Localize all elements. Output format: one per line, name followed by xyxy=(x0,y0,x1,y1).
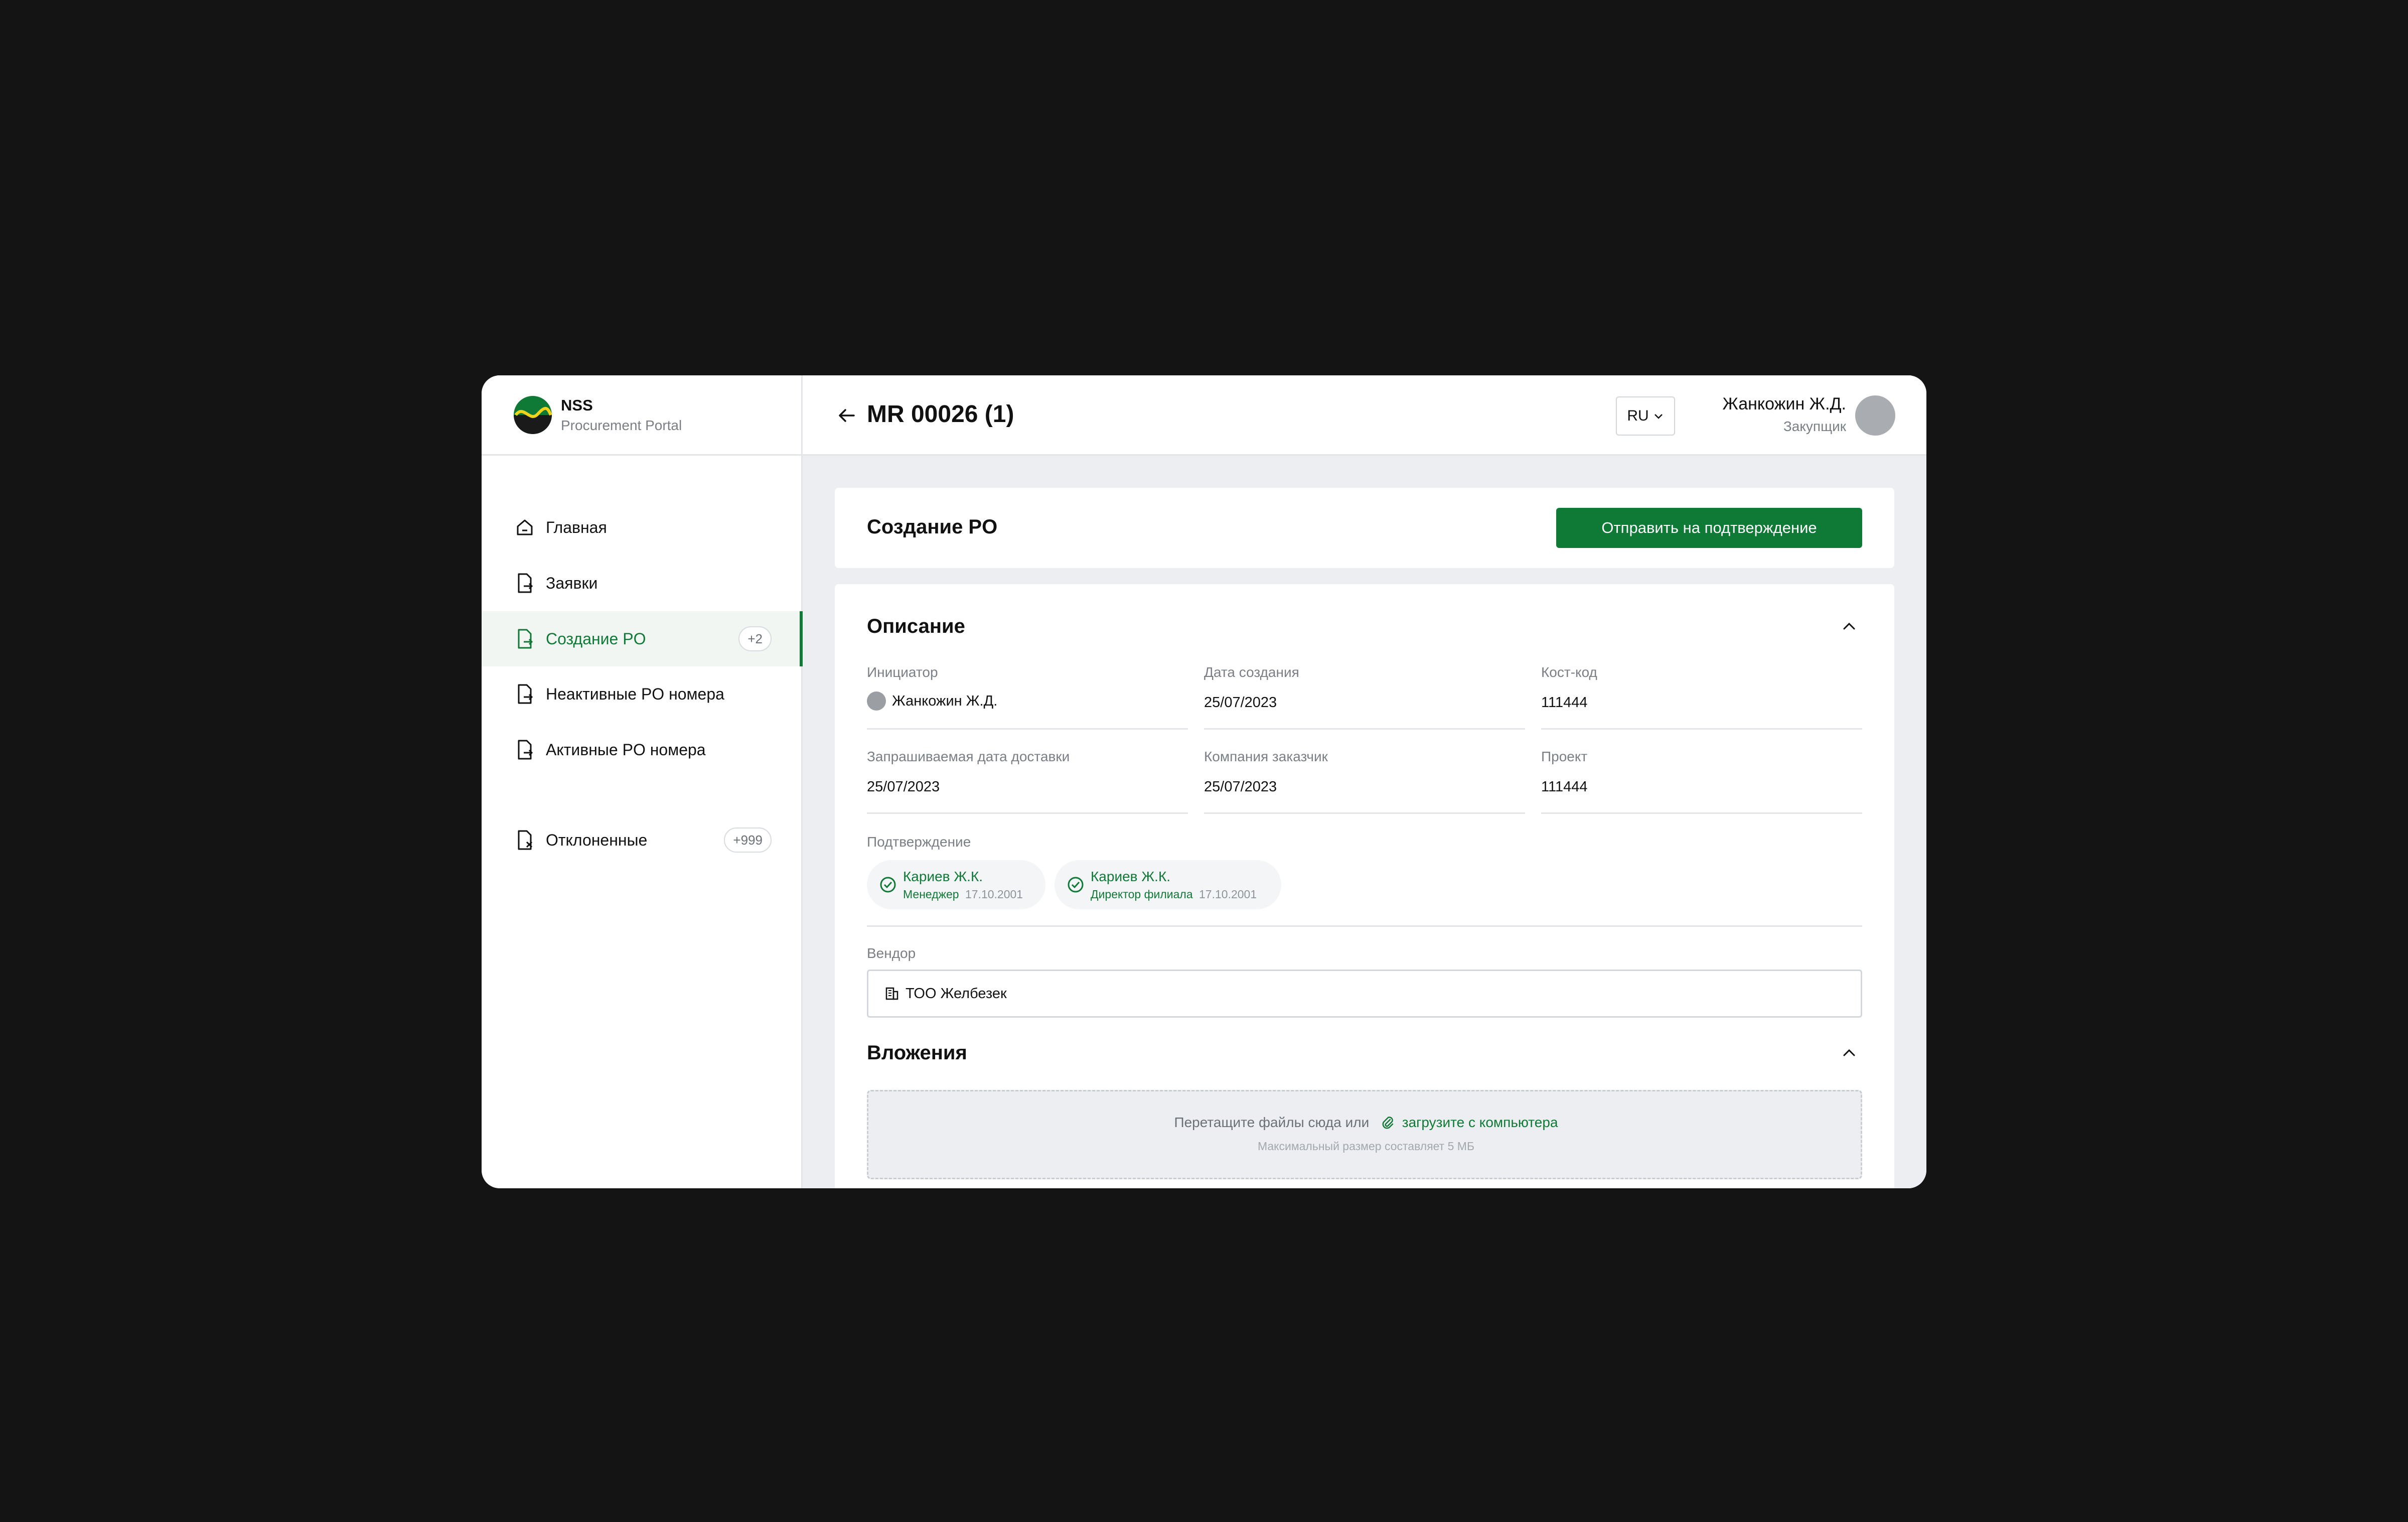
vendor-value: ТОО Желбезек xyxy=(906,985,1007,1002)
dropzone-text: Перетащите файлы сюда или загрузите с ко… xyxy=(868,1115,1864,1131)
created-date-field: Дата создания 25/07/2023 xyxy=(1204,664,1525,730)
field-value: 25/07/2023 xyxy=(1204,695,1277,711)
po-header-card: Создание PO Отправить на подтверждение xyxy=(835,488,1894,568)
divider xyxy=(867,925,1862,927)
collapse-attachments-icon[interactable] xyxy=(1840,1044,1858,1062)
sidebar-item-label: Создание PO xyxy=(546,629,646,648)
avatar[interactable] xyxy=(1855,395,1895,436)
building-icon xyxy=(885,987,898,1000)
vendor-label: Вендор xyxy=(867,945,916,961)
file-dropzone[interactable]: Перетащите файлы сюда или загрузите с ко… xyxy=(867,1090,1862,1179)
approval-chip[interactable]: Кариев Ж.К. Менеджер 17.10.2001 xyxy=(867,860,1045,909)
language-value: RU xyxy=(1627,407,1649,424)
field-label: Компания заказчик xyxy=(1204,749,1328,764)
paperclip-icon xyxy=(1382,1117,1394,1129)
sidebar-item-label: Главная xyxy=(546,518,607,536)
project-field: Проект 111444 xyxy=(1541,749,1862,814)
sidebar-item-label: Неактивные PO номера xyxy=(546,684,724,703)
topbar: MR 00026 (1) RU Жанкожин Ж.Д. Закупщик xyxy=(803,375,1926,456)
field-label: Проект xyxy=(1541,749,1588,764)
page-title: MR 00026 (1) xyxy=(867,401,1014,428)
main-area: MR 00026 (1) RU Жанкожин Ж.Д. Закупщик С… xyxy=(803,375,1926,1188)
card-title: Создание PO xyxy=(867,516,998,538)
sidebar-item-label: Заявки xyxy=(546,574,598,592)
sidebar: NSS Procurement Portal Главная Заявки Со… xyxy=(482,375,803,1188)
field-value: 25/07/2023 xyxy=(1204,779,1277,795)
approval-date: 17.10.2001 xyxy=(965,887,1023,901)
delivery-date-field: Запрашиваемая дата доставки 25/07/2023 xyxy=(867,749,1188,814)
field-value: 111444 xyxy=(1541,779,1588,795)
sidebar-item-rejected[interactable]: Отклоненные +999 xyxy=(482,812,803,868)
sidebar-item-label: Отклоненные xyxy=(546,831,648,849)
chevron-down-icon xyxy=(1654,414,1663,419)
document-arrow-icon xyxy=(518,629,533,649)
customer-company-field: Компания заказчик 25/07/2023 xyxy=(1204,749,1525,814)
document-arrow-icon xyxy=(518,573,533,593)
approver-role: Директор филиала xyxy=(1091,887,1193,901)
upload-from-computer-link[interactable]: загрузите с компьютера xyxy=(1402,1115,1558,1130)
document-arrow-icon xyxy=(518,684,533,704)
description-section-title: Описание xyxy=(867,615,965,637)
approver-role: Менеджер xyxy=(903,887,959,901)
sidebar-item-home[interactable]: Главная xyxy=(482,500,803,555)
field-value: Жанкожин Ж.Д. xyxy=(892,693,998,709)
language-select[interactable]: RU xyxy=(1616,396,1675,436)
brand: NSS Procurement Portal xyxy=(482,375,801,456)
app-window: NSS Procurement Portal Главная Заявки Со… xyxy=(482,375,1926,1188)
field-value: 111444 xyxy=(1541,695,1588,711)
sidebar-item-label: Активные PO номера xyxy=(546,740,706,759)
initiator-field: Инициатор Жанкожин Ж.Д. xyxy=(867,664,1188,730)
back-arrow-icon[interactable] xyxy=(837,405,857,426)
max-size-note: Максимальный размер составляет 5 МБ xyxy=(1257,1140,1475,1153)
nss-logo-icon xyxy=(514,395,552,434)
sidebar-item-inactive-po[interactable]: Неактивные PO номера xyxy=(482,666,803,722)
sidebar-item-create-po[interactable]: Создание PO +2 xyxy=(482,611,803,666)
approval-date: 17.10.2001 xyxy=(1199,887,1257,901)
approver-name: Кариев Ж.К. xyxy=(1091,868,1171,884)
sidebar-item-requests[interactable]: Заявки xyxy=(482,556,803,611)
field-label: Кост-код xyxy=(1541,664,1597,680)
submit-for-approval-button[interactable]: Отправить на подтверждение xyxy=(1556,508,1862,548)
sidebar-item-active-po[interactable]: Активные PO номера xyxy=(482,722,803,777)
brand-title: NSS xyxy=(561,396,593,414)
cost-code-field: Кост-код 111444 xyxy=(1541,664,1862,730)
check-circle-icon xyxy=(1068,877,1084,893)
collapse-description-icon[interactable] xyxy=(1840,617,1858,635)
document-x-icon xyxy=(518,830,533,850)
attachments-section-title: Вложения xyxy=(867,1042,967,1064)
document-arrow-icon xyxy=(518,740,533,760)
home-icon xyxy=(517,519,533,535)
count-badge: +999 xyxy=(724,827,772,853)
check-circle-icon xyxy=(880,877,896,893)
count-badge: +2 xyxy=(738,626,772,651)
user-role: Закупщик xyxy=(1783,419,1846,434)
field-label: Дата создания xyxy=(1204,664,1299,680)
field-label: Запрашиваемая дата доставки xyxy=(867,749,1070,764)
approver-meta: Директор филиала 17.10.2001 xyxy=(1091,888,1257,901)
vendor-field[interactable]: ТОО Желбезек xyxy=(867,970,1862,1018)
approval-chip[interactable]: Кариев Ж.К. Директор филиала 17.10.2001 xyxy=(1055,860,1281,909)
approvals-label: Подтверждение xyxy=(867,834,971,850)
brand-subtitle: Procurement Portal xyxy=(561,417,682,433)
user-name: Жанкожин Ж.Д. xyxy=(1722,394,1846,413)
avatar xyxy=(867,691,886,711)
approver-meta: Менеджер 17.10.2001 xyxy=(903,888,1023,901)
field-value: 25/07/2023 xyxy=(867,779,940,795)
drop-hint: Перетащите файлы сюда или xyxy=(1174,1115,1370,1130)
initiator-value-wrap: Жанкожин Ж.Д. xyxy=(867,691,1188,711)
po-form-card: Описание Инициатор Жанкожин Ж.Д. Дата со… xyxy=(835,584,1894,1188)
field-label: Инициатор xyxy=(867,664,938,680)
approver-name: Кариев Ж.К. xyxy=(903,868,983,884)
